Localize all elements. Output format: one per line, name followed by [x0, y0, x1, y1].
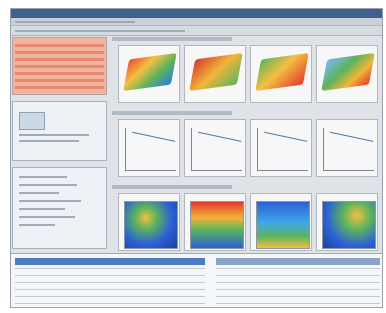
- heatmap-1-field: [124, 201, 178, 249]
- data-table-left-header: [15, 258, 205, 265]
- heatmap-row-label: [112, 185, 232, 189]
- workspace: [112, 37, 382, 252]
- surface-row-label: [112, 37, 232, 41]
- properties-panel[interactable]: [12, 167, 107, 249]
- line-row-label: [112, 111, 232, 115]
- heatmap[interactable]: [184, 193, 246, 251]
- surface-plot[interactable]: [184, 45, 246, 103]
- surface-plot-3-surface: [255, 52, 309, 92]
- left-panel: [12, 37, 107, 252]
- line-plot[interactable]: [184, 119, 246, 177]
- menu-bar[interactable]: [11, 18, 382, 26]
- toolbar[interactable]: [11, 26, 382, 36]
- surface-plot-2-surface: [189, 52, 243, 92]
- surface-plot[interactable]: [250, 45, 312, 103]
- surface-plot-1-surface: [123, 52, 177, 92]
- application-window: [10, 8, 383, 308]
- line-plot-1-axes: [125, 128, 176, 171]
- surface-plot[interactable]: [316, 45, 378, 103]
- spreadsheet-list[interactable]: [12, 37, 107, 95]
- data-table-right-header: [216, 258, 380, 265]
- line-plot[interactable]: [118, 119, 180, 177]
- preview-panel[interactable]: [12, 101, 107, 161]
- preview-thumbnail: [19, 112, 45, 130]
- line-plot[interactable]: [316, 119, 378, 177]
- heatmap-4-field: [322, 201, 376, 249]
- heatmap[interactable]: [316, 193, 378, 251]
- heatmap[interactable]: [250, 193, 312, 251]
- data-tables: [11, 253, 382, 307]
- heatmap[interactable]: [118, 193, 180, 251]
- heatmap-2-field: [190, 201, 244, 249]
- heatmap-3-field: [256, 201, 310, 249]
- line-plot-2-axes: [191, 128, 242, 171]
- line-plot-4-axes: [323, 128, 374, 171]
- line-plot[interactable]: [250, 119, 312, 177]
- surface-plot-4-surface: [321, 52, 375, 92]
- surface-plot[interactable]: [118, 45, 180, 103]
- title-bar: [11, 9, 382, 18]
- line-plot-3-axes: [257, 128, 308, 171]
